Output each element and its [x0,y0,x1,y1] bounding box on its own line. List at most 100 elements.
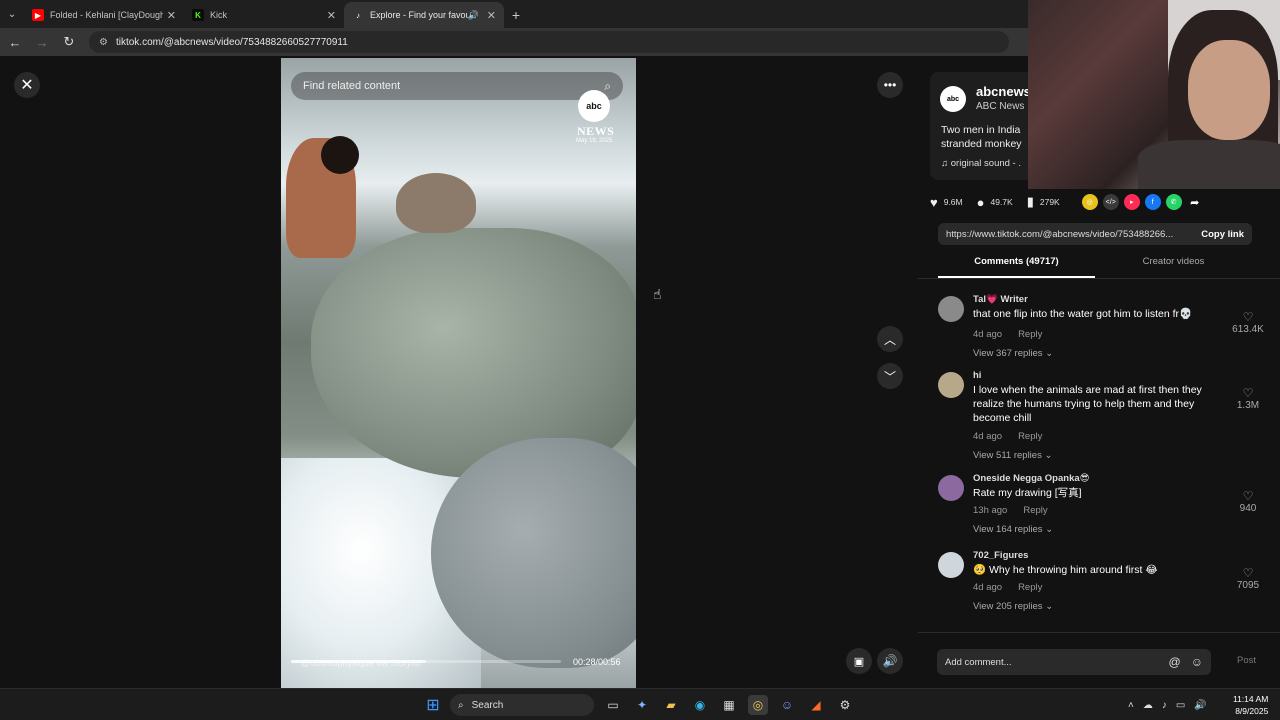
reload-button[interactable]: ↻ [57,30,81,54]
task-view-icon[interactable]: ▭ [603,695,623,715]
avatar[interactable] [938,372,964,398]
comment-like-button[interactable]: ♡ 7095 [1228,566,1268,591]
avatar[interactable] [938,552,964,578]
edge-icon[interactable]: ◉ [690,695,710,715]
video-viewer: ✕ Find related content ⌕ abc NEWS May 19… [0,56,918,688]
comment-like-button[interactable]: ♡ 1.3M [1228,386,1268,411]
avatar[interactable]: abc [940,86,966,112]
url-field[interactable]: ⚙ tiktok.com/@abcnews/video/753488266052… [89,31,1009,53]
share-arrow-icon[interactable]: ➦ [1187,194,1203,210]
video-link-text[interactable]: https://www.tiktok.com/@abcnews/video/75… [946,229,1191,240]
tab-title: Kick [210,10,228,20]
comment-username[interactable]: 702_Figures [973,550,1028,561]
cloud-icon[interactable]: ☁ [1143,700,1153,711]
emoji-icon[interactable]: ☺ [1191,655,1203,669]
view-replies-button[interactable]: View 367 replies ⌄ [973,348,1053,359]
tab-search-dropdown[interactable]: ⌄ [0,0,24,28]
more-options-button[interactable]: ••• [877,72,903,98]
comment-username[interactable]: hi [973,370,981,381]
list-item: Tal💗 Writer that one flip into the water… [938,294,1268,364]
author-username[interactable]: abcnews [976,84,1031,99]
comment-like-count: 7095 [1236,580,1260,591]
save-button[interactable]: ▮ 279K [1027,194,1060,210]
video-progress-bar[interactable] [291,660,561,663]
comment-composer: Add comment... @ ☺ Post [918,632,1280,688]
action-row: ♥ 9.6M ● 49.7K ▮ 279K ◎ </> ▸ f ✆ ➦ [930,192,1268,212]
app-icon[interactable]: ⚙ [835,695,855,715]
list-item: hi I love when the animals are mad at fi… [938,370,1268,466]
comment-text: Rate my drawing [写真] [973,487,1082,499]
sound-link[interactable]: ♫ original sound - . [941,158,1021,169]
tab-comments[interactable]: Comments (49717) [938,256,1095,278]
speaker-icon[interactable]: 🔊 [1194,700,1206,711]
avatar[interactable] [938,475,964,501]
chevron-down-icon: ⌄ [1044,450,1053,461]
comment-text: that one flip into the water got him to … [973,308,1193,320]
whatsapp-icon[interactable]: ✆ [1165,194,1182,210]
file-explorer-icon[interactable]: ▰ [661,695,681,715]
taskbar-clock[interactable]: 11:14 AM 8/9/2025 [1233,693,1268,717]
coin-share-icon[interactable]: ◎ [1081,194,1098,210]
site-info-icon[interactable]: ⚙ [99,37,108,48]
comment-time: 4d ago [973,582,1003,593]
tab-creator-videos[interactable]: Creator videos [1095,256,1252,278]
previous-video-button[interactable]: ︿ [877,326,903,352]
kick-icon: K [192,9,204,21]
chevron-up-icon[interactable]: ˄ [1128,700,1134,711]
comment-username[interactable]: Oneside Negga Opanka😎 [973,473,1090,484]
comment-button[interactable]: ● 49.7K [977,195,1013,210]
comment-like-count: 1.3M [1236,400,1260,411]
chrome-icon[interactable]: ◎ [748,695,768,715]
app-icon[interactable]: ◢ [806,695,826,715]
sound-name: original sound - . [950,158,1021,169]
video-player[interactable]: Find related content ⌕ abc NEWS May 19, … [281,58,636,688]
store-icon[interactable]: ▦ [719,695,739,715]
avatar[interactable] [938,296,964,322]
view-replies-button[interactable]: View 205 replies ⌄ [973,601,1053,612]
like-button[interactable]: ♥ 9.6M [930,195,963,210]
comment-like-button[interactable]: ♡ 613.4K [1228,310,1268,335]
close-icon[interactable]: ✕ [327,9,336,22]
new-tab-button[interactable]: + [504,2,528,28]
reply-button[interactable]: Reply [1018,329,1042,340]
speaker-icon: 🔊 [882,654,898,668]
tab-kick[interactable]: K Kick ✕ [184,2,344,28]
microphone-icon[interactable]: ♪ [1162,700,1167,711]
search-icon[interactable]: ⌕ [604,79,611,94]
view-replies-button[interactable]: View 511 replies ⌄ [973,450,1052,461]
discord-icon[interactable]: ☺ [777,695,797,715]
heart-outline-icon: ♡ [1242,566,1254,580]
tab-youtube[interactable]: ▶ Folded - Kehlani [ClayDough re ✕ [24,2,184,28]
close-icon[interactable]: ✕ [167,9,176,22]
speaker-icon[interactable]: 🔊 [468,10,479,21]
facebook-icon[interactable]: f [1144,194,1161,210]
display-icon[interactable]: ▭ [1176,700,1185,711]
close-icon[interactable]: ✕ [487,9,496,22]
comment-username[interactable]: Tal💗 Writer [973,294,1028,305]
find-related-search[interactable]: Find related content ⌕ [291,72,623,100]
reply-button[interactable]: Reply [1023,505,1047,516]
next-video-button[interactable]: ﹀ [877,363,903,389]
embed-icon[interactable]: </> [1102,194,1119,210]
forward-button[interactable]: → [30,30,54,54]
picture-in-picture-button[interactable]: ▣ [846,648,872,674]
copilot-icon[interactable]: ✦ [632,695,652,715]
copy-link-button[interactable]: Copy link [1191,229,1244,240]
taskbar-search[interactable]: ⌕ Search [450,694,594,716]
reply-button[interactable]: Reply [1018,431,1042,442]
tab-tiktok-explore[interactable]: ♪ Explore - Find your favourite 🔊 ✕ [344,2,504,28]
taskbar-search-label: Search [471,699,504,711]
send-to-friends-icon[interactable]: ▸ [1123,194,1140,210]
view-replies-button[interactable]: View 164 replies ⌄ [973,524,1053,535]
comment-input[interactable]: Add comment... @ ☺ [937,649,1211,675]
post-button[interactable]: Post [1237,655,1256,666]
volume-button[interactable]: 🔊 [877,648,903,674]
webcam-person-body [1138,140,1280,189]
comment-like-button[interactable]: ♡ 940 [1228,489,1268,514]
close-viewer-button[interactable]: ✕ [14,72,40,98]
bookmark-icon: ▮ [1026,194,1034,209]
back-button[interactable]: ← [3,30,27,54]
windows-start-icon[interactable]: ⊞ [423,695,443,715]
reply-button[interactable]: Reply [1018,582,1042,593]
mention-icon[interactable]: @ [1169,655,1181,669]
